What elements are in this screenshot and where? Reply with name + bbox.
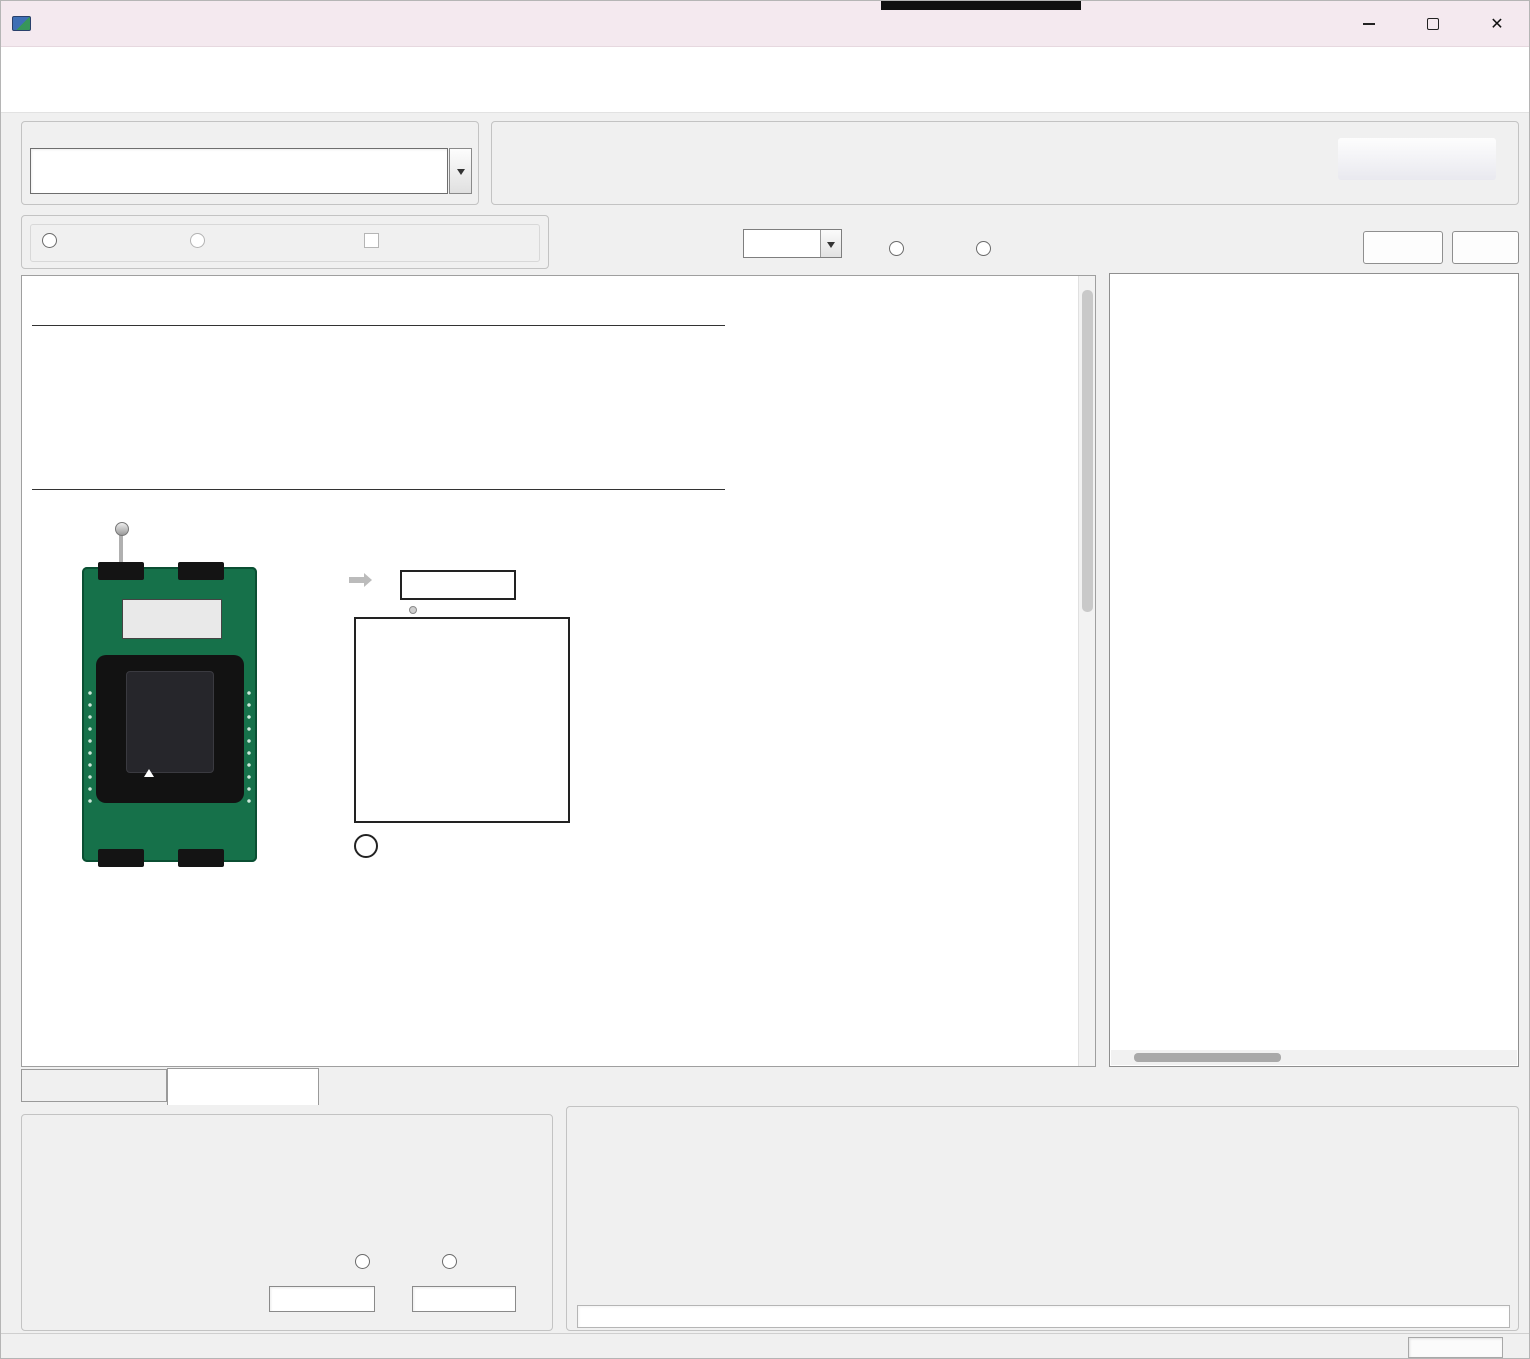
ic-config-group <box>566 1106 1519 1331</box>
select-ic-group <box>21 121 479 205</box>
radio-icon <box>190 233 205 248</box>
toolbar <box>1 79 1529 113</box>
close-icon <box>1490 14 1503 34</box>
device-info-panel <box>21 275 1096 1067</box>
8-bits-radio[interactable] <box>889 241 911 256</box>
app-icon <box>12 16 31 31</box>
status-code <box>1408 1337 1503 1358</box>
save-log-button[interactable] <box>1363 231 1443 264</box>
addr-to-input[interactable] <box>412 1286 516 1312</box>
bga-socket <box>96 655 244 803</box>
pcb-connector-block <box>178 849 224 867</box>
pcb-via-dots <box>86 687 94 807</box>
a1-triangle-icon <box>144 769 154 777</box>
screen-artifact <box>881 1 1081 10</box>
pin-strip-left <box>284 570 334 880</box>
menu-bar <box>1 47 1529 79</box>
set-interface-inner-box <box>30 224 540 262</box>
scrollbar-thumb[interactable] <box>1134 1053 1281 1062</box>
addr-range-all-radio[interactable] <box>355 1254 377 1269</box>
pcb-via-dots <box>245 687 253 807</box>
zif-socket-radio[interactable] <box>42 233 64 248</box>
ic-select-combo[interactable] <box>30 148 448 194</box>
addr-from-input[interactable] <box>269 1286 375 1312</box>
icsp-port-radio <box>190 233 212 248</box>
vcc-imax-select[interactable] <box>743 229 842 258</box>
close-button[interactable] <box>1465 1 1529 46</box>
radio-icon <box>976 241 991 256</box>
log-panel <box>1109 273 1519 1067</box>
radio-icon <box>889 241 904 256</box>
maximize-button[interactable] <box>1401 1 1465 46</box>
horizontal-scrollbar[interactable] <box>1111 1050 1517 1065</box>
icsp-vcc-checkbox <box>364 233 386 248</box>
pin-strip-right <box>612 570 662 880</box>
ic-select-dropdown-button[interactable] <box>449 148 472 194</box>
maximize-icon <box>1427 18 1439 30</box>
not-connect-note <box>406 606 420 614</box>
checkbox-icon <box>364 233 379 248</box>
tab-device-info[interactable] <box>167 1068 319 1105</box>
isp-connector <box>400 570 516 600</box>
pcb-pull-pin <box>119 532 123 564</box>
window-controls <box>1337 1 1529 46</box>
divider <box>32 489 725 490</box>
minimize-icon <box>1363 23 1375 25</box>
clear-button[interactable] <box>1452 231 1519 264</box>
16-bits-radio[interactable] <box>976 241 998 256</box>
ic-config-field[interactable] <box>577 1305 1510 1328</box>
pcb-pin-header <box>122 599 222 639</box>
not-connect-circle-icon <box>409 606 417 614</box>
divider <box>32 325 725 326</box>
addr-range-sect-radio[interactable] <box>442 1254 464 1269</box>
arrow-right-icon <box>349 577 364 583</box>
adapter-pcb-photo <box>82 567 257 862</box>
xgpro-window <box>0 0 1530 1359</box>
chevron-down-icon[interactable] <box>820 230 841 257</box>
radio-icon <box>355 1254 370 1269</box>
pcb-connector-block <box>98 849 144 867</box>
status-bar <box>1 1333 1529 1359</box>
bga-socket-cavity <box>126 671 214 773</box>
radio-icon <box>442 1254 457 1269</box>
set-interface-group <box>21 215 549 269</box>
pcb-connector-block <box>178 562 224 580</box>
bga-ball-grid <box>354 617 570 823</box>
vertical-scrollbar[interactable] <box>1078 276 1095 1066</box>
xgecu-pro-logo <box>1338 138 1496 180</box>
title-bar <box>1 1 1529 47</box>
a1-corner-marker <box>354 834 378 858</box>
scrollbar-thumb[interactable] <box>1082 290 1093 612</box>
pcb-connector-block <box>98 562 144 580</box>
minimize-button[interactable] <box>1337 1 1401 46</box>
ic-info-group <box>491 121 1519 205</box>
tab-flash[interactable] <box>21 1069 167 1102</box>
options-group <box>21 1114 553 1331</box>
radio-icon <box>42 233 57 248</box>
